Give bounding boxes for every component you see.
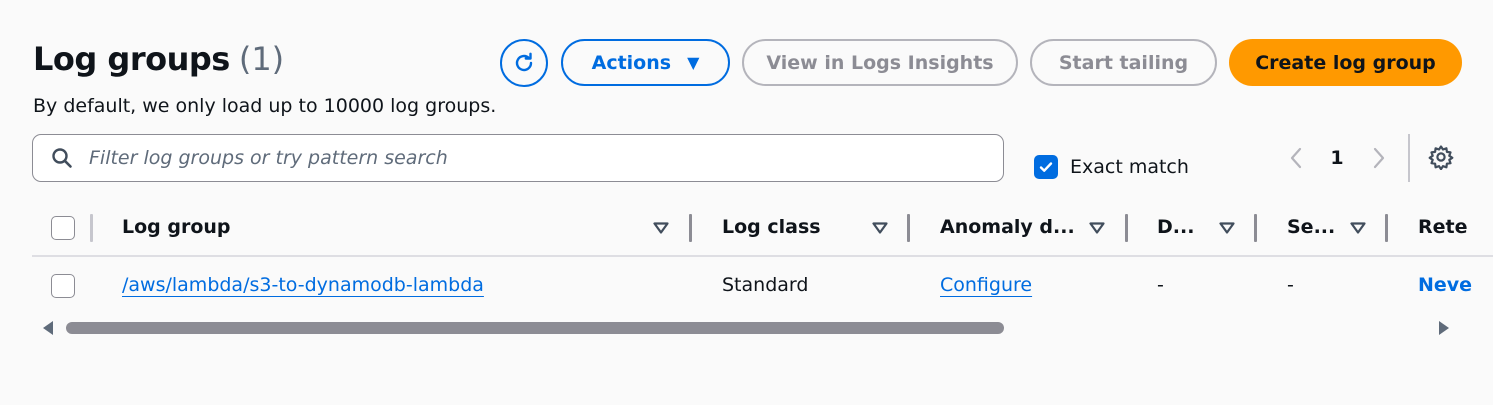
column-header-anomaly-detection[interactable]: Anomaly d...	[940, 216, 1075, 238]
horizontal-scrollbar-thumb[interactable]	[66, 322, 1004, 334]
start-tailing-label: Start tailing	[1058, 51, 1189, 74]
column-divider[interactable]	[1125, 214, 1128, 242]
current-page-number[interactable]: 1	[1325, 142, 1349, 174]
column-header-log-class[interactable]: Log class	[722, 216, 821, 238]
chevron-left-icon	[1290, 147, 1302, 169]
sort-icon[interactable]	[872, 220, 888, 236]
page-title: Log groups	[33, 40, 230, 78]
column-header-sensitive-data[interactable]: Se...	[1287, 216, 1335, 238]
select-all-checkbox[interactable]	[51, 216, 75, 240]
filter-search-box[interactable]	[32, 134, 1004, 182]
refresh-icon	[515, 52, 533, 72]
start-tailing-button[interactable]: Start tailing	[1030, 39, 1217, 86]
actions-label: Actions	[591, 51, 672, 74]
column-header-log-group[interactable]: Log group	[122, 216, 231, 238]
filter-input[interactable]	[87, 146, 1003, 170]
exact-match-checkbox[interactable]	[1034, 155, 1058, 179]
sort-icon[interactable]	[1219, 220, 1235, 236]
next-page-button[interactable]	[1368, 142, 1390, 174]
chevron-right-icon	[1373, 147, 1385, 169]
checkmark-icon	[1039, 162, 1053, 172]
sort-icon[interactable]	[1350, 220, 1366, 236]
exact-match-label: Exact match	[1070, 156, 1189, 178]
column-divider[interactable]	[1385, 214, 1388, 242]
refresh-button[interactable]	[500, 39, 548, 87]
row-select-checkbox[interactable]	[51, 274, 75, 298]
configure-anomaly-link[interactable]: Configure	[940, 274, 1032, 296]
retention-cell[interactable]: Neve	[1418, 274, 1493, 296]
scroll-left-arrow-icon[interactable]	[43, 321, 53, 335]
column-divider	[90, 214, 93, 242]
column-divider[interactable]	[1254, 214, 1257, 242]
gear-icon	[1428, 145, 1454, 170]
log-group-link[interactable]: /aws/lambda/s3-to-dynamodb-lambda	[122, 274, 484, 296]
sort-icon[interactable]	[1089, 220, 1105, 236]
page-description: By default, we only load up to 10000 log…	[33, 95, 497, 117]
caret-down-icon: ▼	[687, 53, 700, 72]
exact-match-toggle[interactable]: Exact match	[1034, 155, 1189, 179]
pagination-divider	[1408, 134, 1410, 182]
search-icon	[51, 147, 73, 169]
view-in-logs-insights-label: View in Logs Insights	[766, 51, 994, 74]
log-group-count: (1)	[238, 40, 285, 78]
data-protection-cell: -	[1157, 274, 1164, 296]
preferences-button[interactable]	[1427, 143, 1455, 171]
create-log-group-label: Create log group	[1255, 51, 1436, 74]
page-title-row: Log groups (1)	[33, 40, 284, 78]
table-header-divider	[32, 255, 1493, 257]
column-divider[interactable]	[689, 214, 692, 242]
previous-page-button[interactable]	[1285, 142, 1307, 174]
column-divider[interactable]	[907, 214, 910, 242]
log-class-cell: Standard	[722, 274, 809, 296]
actions-dropdown-button[interactable]: Actions ▼	[561, 39, 730, 86]
sort-icon[interactable]	[653, 220, 669, 236]
create-log-group-button[interactable]: Create log group	[1229, 39, 1462, 86]
column-header-retention[interactable]: Rete	[1418, 216, 1468, 238]
column-header-data-protection[interactable]: D...	[1157, 216, 1194, 238]
scroll-right-arrow-icon[interactable]	[1439, 321, 1449, 335]
view-in-logs-insights-button[interactable]: View in Logs Insights	[742, 39, 1018, 86]
sensitive-data-cell: -	[1287, 274, 1294, 296]
